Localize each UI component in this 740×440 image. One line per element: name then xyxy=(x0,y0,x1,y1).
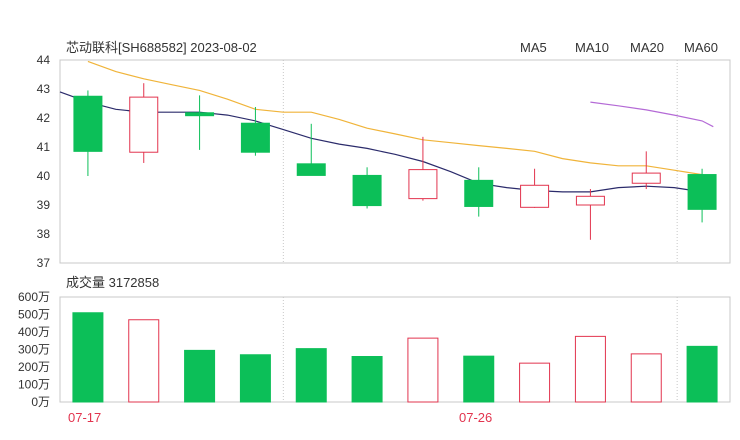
volume-bar xyxy=(574,335,606,403)
date-tick-label: 07-26 xyxy=(459,410,492,425)
candle-body xyxy=(240,122,270,153)
price-tick-label: 39 xyxy=(37,198,51,212)
candle-body xyxy=(464,179,494,207)
volume-tick-label: 300万 xyxy=(18,343,50,357)
candle-body xyxy=(185,112,215,117)
candle-body xyxy=(408,169,438,200)
volume-bar xyxy=(686,345,718,403)
candle xyxy=(73,90,103,176)
candle-body xyxy=(73,95,103,152)
volume-panel: 600万 500万 400万 300万 200万 100万 0万 07-17 07-26 xyxy=(18,290,731,425)
candle-body xyxy=(520,184,550,208)
legend-ma5: MA5 xyxy=(520,40,547,55)
candle xyxy=(185,95,215,150)
volume-tick-label: 0万 xyxy=(31,395,50,409)
candle-body xyxy=(575,195,605,206)
legend-ma60: MA60 xyxy=(684,40,718,55)
volume-tick-label: 500万 xyxy=(18,308,50,322)
volume-frame xyxy=(59,296,731,403)
legend-ma20: MA20 xyxy=(630,40,664,55)
volume-bar xyxy=(295,348,327,403)
ma-line-ma10 xyxy=(87,60,703,176)
volume-bar xyxy=(407,337,439,403)
volume-tick-label: 200万 xyxy=(18,360,50,374)
volume-title: 成交量 3172858 xyxy=(66,275,159,290)
volume-bar xyxy=(239,354,271,403)
price-tick-label: 41 xyxy=(37,140,51,154)
price-tick-label: 40 xyxy=(37,169,51,183)
volume-bar xyxy=(72,312,104,403)
candle xyxy=(575,189,605,240)
price-frame xyxy=(59,59,731,264)
stock-chart: 芯动联科[SH688582] 2023-08-02 MA5 MA10 MA20 … xyxy=(18,40,731,425)
candle xyxy=(296,123,326,176)
volume-tick-label: 400万 xyxy=(18,325,50,339)
candle xyxy=(687,168,717,223)
volume-bar xyxy=(519,362,551,403)
price-tick-label: 38 xyxy=(37,227,51,241)
candle-body xyxy=(129,96,159,153)
candle-body xyxy=(352,174,382,207)
price-tick-label: 37 xyxy=(37,256,51,270)
candle xyxy=(631,151,661,190)
price-panel: 44 43 42 41 40 39 38 37 xyxy=(37,53,731,270)
volume-tick-label: 600万 xyxy=(18,290,50,304)
candle xyxy=(240,106,270,156)
price-tick-label: 42 xyxy=(37,111,51,125)
candle-body xyxy=(296,163,326,176)
candle xyxy=(408,136,438,201)
chart-title: 芯动联科[SH688582] 2023-08-02 xyxy=(66,40,257,55)
volume-bar xyxy=(184,349,216,403)
candle xyxy=(520,168,550,208)
price-tick-label: 43 xyxy=(37,82,51,96)
candle-body xyxy=(631,172,661,184)
candle xyxy=(352,167,382,209)
volume-bar xyxy=(128,319,160,403)
volume-bar xyxy=(463,355,495,403)
price-tick-label: 44 xyxy=(37,53,51,67)
legend-ma10: MA10 xyxy=(575,40,609,55)
candle xyxy=(464,167,494,217)
ma-line-ma20 xyxy=(590,101,714,128)
candle xyxy=(129,83,159,163)
date-tick-label: 07-17 xyxy=(68,410,101,425)
volume-bar xyxy=(351,356,383,403)
candle-body xyxy=(687,174,717,210)
volume-bar xyxy=(630,353,662,403)
volume-tick-label: 100万 xyxy=(18,378,50,392)
